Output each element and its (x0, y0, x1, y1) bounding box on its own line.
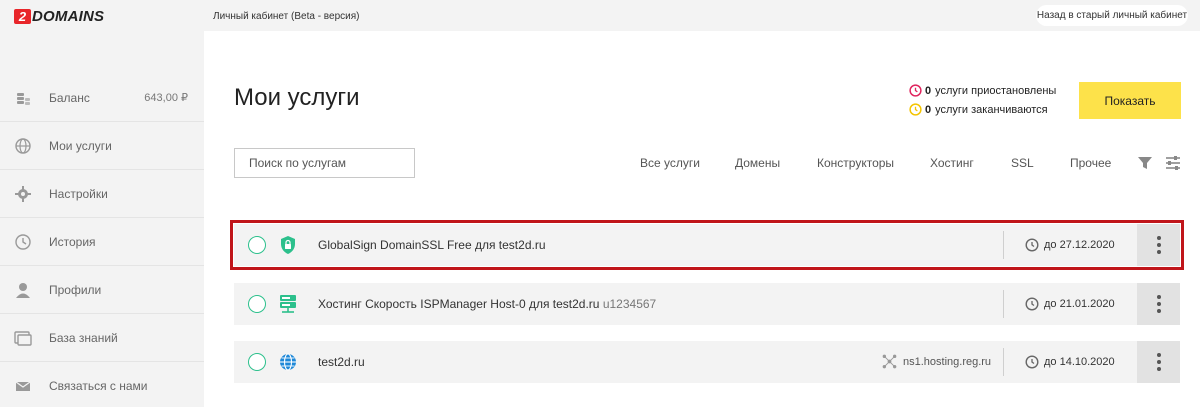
notice-text: услуги заканчиваются (935, 104, 1048, 116)
filter-ssl[interactable]: SSL (1011, 156, 1034, 170)
settings-sliders-icon[interactable] (1165, 155, 1181, 171)
menu-dot (1156, 367, 1161, 371)
network-icon (882, 354, 897, 369)
logo[interactable]: 2 DOMAINS (14, 8, 104, 25)
filter-icon[interactable] (1137, 155, 1153, 171)
sidebar: Баланс 643,00 ₽ Мои услуги Настройки Ист… (0, 31, 204, 407)
top-bar: 2 DOMAINS Личный кабинет (Beta - версия)… (0, 0, 1200, 31)
notice-count: 0 (925, 85, 932, 97)
sidebar-item-profiles[interactable]: Профили (0, 266, 204, 314)
expiry-date: до 27.12.2020 (1025, 238, 1115, 252)
globe-icon (15, 138, 31, 154)
balance-value: 643,00 ₽ (144, 92, 188, 104)
menu-dot (1156, 295, 1161, 299)
expiry-text: до 27.12.2020 (1044, 239, 1115, 251)
coins-icon (17, 93, 30, 105)
server-icon (280, 295, 296, 313)
expiry-date: до 21.01.2020 (1025, 297, 1115, 311)
divider (1003, 290, 1004, 318)
sidebar-item-label: Связаться с нами (49, 379, 148, 393)
select-radio[interactable] (248, 353, 266, 371)
shield-lock-icon (281, 236, 295, 254)
service-row-ssl[interactable]: GlobalSign DomainSSL Free для test2d.ru … (230, 220, 1184, 270)
service-name[interactable]: GlobalSign DomainSSL Free для test2d.ru (318, 238, 546, 252)
divider (1003, 348, 1004, 376)
menu-dot (1156, 250, 1161, 254)
service-name[interactable]: test2d.ru (318, 355, 365, 369)
book-icon (14, 331, 32, 346)
service-login: u1234567 (602, 297, 657, 311)
clock-icon (1025, 238, 1039, 252)
service-name[interactable]: Хостинг Скорость ISPManager Host-0 для t… (318, 297, 656, 311)
cabinet-title: Личный кабинет (Beta - версия) (213, 11, 360, 22)
menu-dot (1156, 243, 1161, 247)
clock-icon (1025, 355, 1039, 369)
menu-dot (1156, 353, 1161, 357)
sidebar-item-history[interactable]: История (0, 218, 204, 266)
old-cabinet-button[interactable]: Назад в старый личный кабинет (1036, 5, 1188, 26)
nameserver: ns1.hosting.reg.ru (882, 354, 991, 369)
clock-icon (909, 84, 922, 97)
menu-dot (1156, 302, 1161, 306)
service-row-hosting[interactable]: Хостинг Скорость ISPManager Host-0 для t… (234, 283, 1180, 325)
service-name-text: Хостинг Скорость ISPManager Host-0 для t… (318, 297, 600, 311)
notice-expiring: 0 услуги заканчиваются (909, 103, 1048, 116)
sidebar-item-label: Баланс (49, 91, 90, 105)
sidebar-item-label: История (49, 235, 96, 249)
sidebar-item-label: База знаний (49, 331, 118, 345)
more-menu-button[interactable] (1137, 283, 1180, 325)
clock-icon (1025, 297, 1039, 311)
show-button[interactable]: Показать (1079, 82, 1181, 119)
history-icon (15, 234, 31, 250)
sidebar-item-balance[interactable]: Баланс 643,00 ₽ (0, 74, 204, 122)
filter-domains[interactable]: Домены (735, 156, 780, 170)
search-input[interactable] (234, 148, 415, 178)
sidebar-item-services[interactable]: Мои услуги (0, 122, 204, 170)
filter-constructors[interactable]: Конструкторы (817, 156, 894, 170)
expiry-text: до 14.10.2020 (1044, 356, 1115, 368)
logo-badge: 2 (14, 9, 31, 24)
sidebar-item-label: Мои услуги (49, 139, 112, 153)
page-title: Мои услуги (234, 84, 360, 111)
envelope-icon (15, 381, 31, 391)
menu-dot (1156, 309, 1161, 313)
filter-other[interactable]: Прочее (1070, 156, 1111, 170)
divider (1003, 231, 1004, 259)
logo-text: DOMAINS (32, 8, 105, 25)
sidebar-item-settings[interactable]: Настройки (0, 170, 204, 218)
service-row-domain[interactable]: test2d.ru ns1.hosting.reg.ru до 14.10.20… (234, 341, 1180, 383)
filter-all[interactable]: Все услуги (640, 156, 700, 170)
sidebar-item-knowledge-base[interactable]: База знаний (0, 314, 204, 362)
nameserver-text: ns1.hosting.reg.ru (903, 355, 992, 368)
gear-icon (15, 186, 31, 202)
more-menu-button[interactable] (1137, 341, 1180, 383)
select-radio[interactable] (248, 295, 266, 313)
sidebar-item-label: Настройки (49, 187, 108, 201)
globe-icon (280, 353, 296, 371)
clock-icon (909, 103, 922, 116)
menu-dot (1156, 360, 1161, 364)
user-icon (16, 283, 30, 298)
menu-dot (1156, 236, 1161, 240)
select-radio[interactable] (248, 236, 266, 254)
notice-text: услуги приостановлены (935, 85, 1057, 97)
notice-count: 0 (925, 104, 932, 116)
sidebar-item-contact[interactable]: Связаться с нами (0, 362, 204, 407)
expiry-text: до 21.01.2020 (1044, 298, 1115, 310)
notice-suspended: 0 услуги приостановлены (909, 84, 1057, 97)
filter-hosting[interactable]: Хостинг (930, 156, 974, 170)
more-menu-button[interactable] (1137, 224, 1180, 266)
expiry-date: до 14.10.2020 (1025, 355, 1115, 369)
sidebar-item-label: Профили (49, 283, 102, 297)
